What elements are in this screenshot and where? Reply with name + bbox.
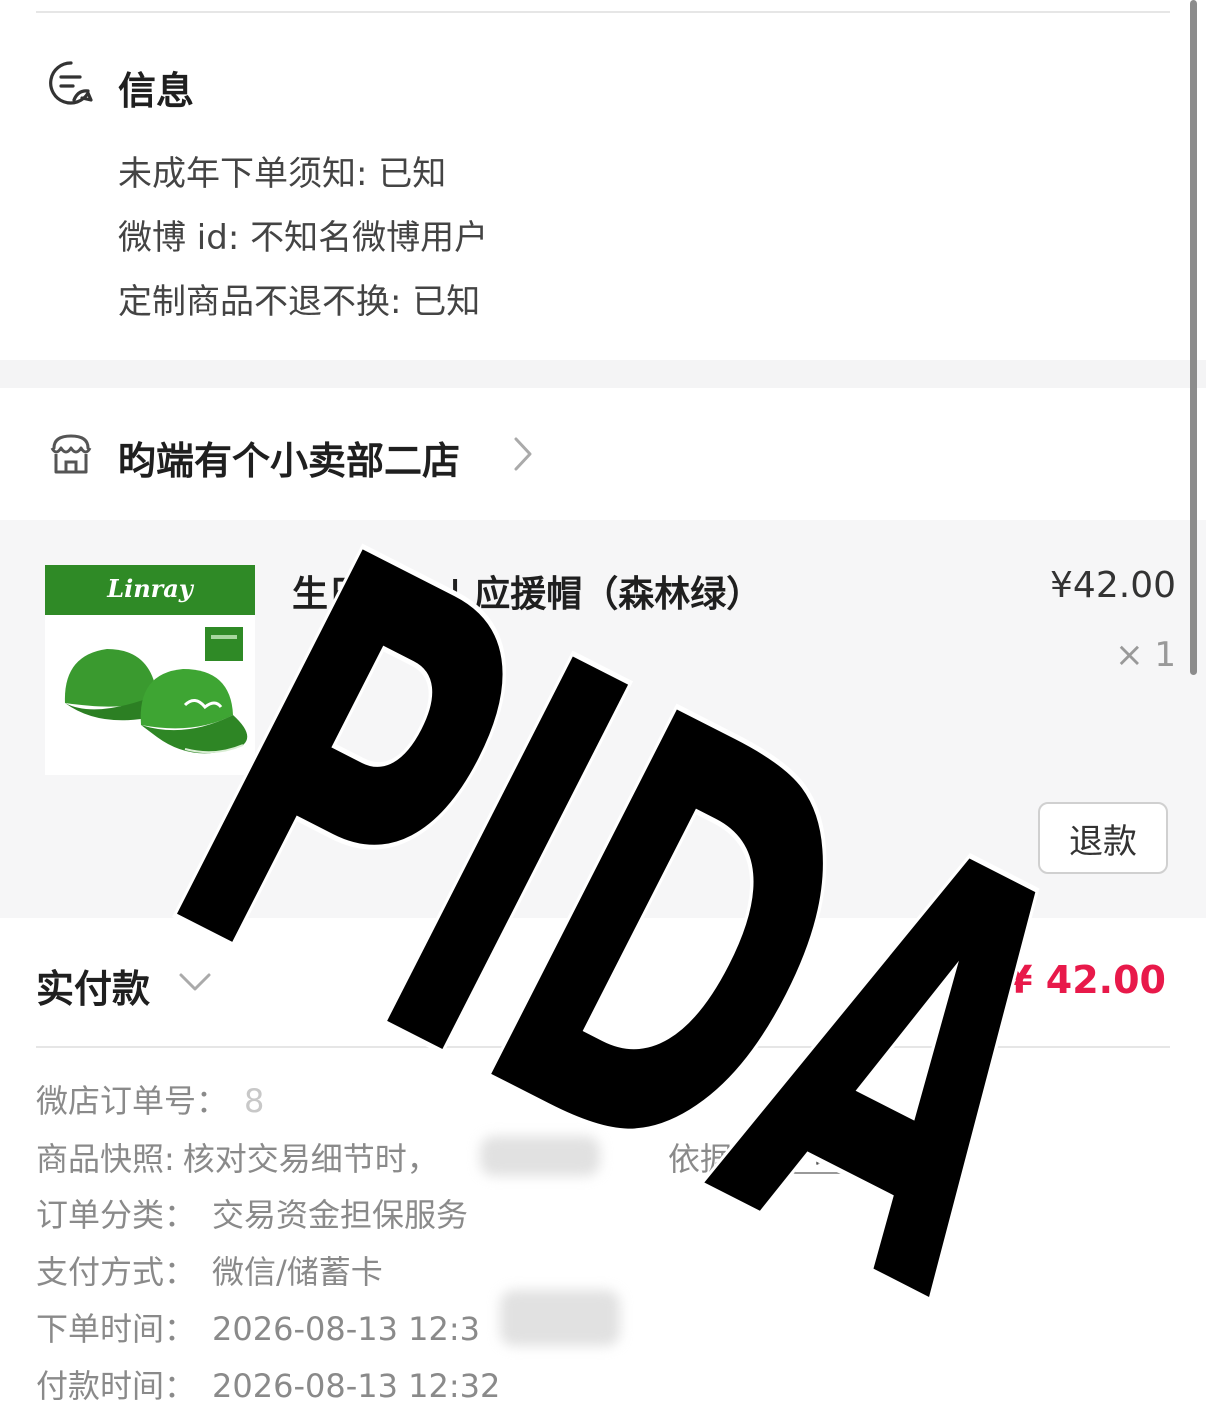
- paid-amount-label: 实付款: [36, 967, 151, 1011]
- section-divider: [0, 360, 1206, 388]
- info-line-weibo-id: 微博 id: 不知名微博用户: [118, 218, 489, 258]
- order-number-row: 微店订单号： 8: [36, 1076, 264, 1122]
- shop-row[interactable]: 昀端有个小卖部二店: [0, 388, 1206, 520]
- store-icon: [48, 432, 94, 478]
- redaction-blur: [480, 1136, 600, 1176]
- snapshot-view-button[interactable]: 看: [790, 1128, 856, 1174]
- payment-method-row: 支付方式： 微信/储蓄卡: [36, 1247, 383, 1293]
- snapshot-label: 商品快照:: [36, 1140, 175, 1178]
- order-number-label: 微店订单号：: [36, 1082, 229, 1120]
- order-time-row: 下单时间： 2026-08-13 12:3: [36, 1304, 480, 1350]
- order-time-label: 下单时间：: [36, 1310, 197, 1348]
- payment-time-label: 付款时间：: [36, 1367, 197, 1405]
- info-line-minor-notice: 未成年下单须知: 已知: [118, 154, 447, 194]
- snapshot-row: 商品快照: 核对交易细节时，: [36, 1134, 439, 1180]
- payment-time-row: 付款时间： 2026-08-13 12:32: [36, 1361, 500, 1407]
- chevron-down-icon[interactable]: [178, 970, 212, 994]
- info-line-custom-no-return: 定制商品不退不换: 已知: [118, 282, 481, 322]
- shop-name[interactable]: 昀端有个小卖部二店: [118, 430, 460, 485]
- info-icon: [48, 60, 94, 106]
- product-quantity: × 1: [1115, 635, 1176, 675]
- order-category-label: 订单分类：: [36, 1196, 197, 1234]
- info-title: 信息: [118, 69, 195, 113]
- payment-divider: [36, 1046, 1170, 1048]
- paid-amount-value: ¥ 42.00: [1006, 958, 1166, 1002]
- payment-method-label: 支付方式：: [36, 1253, 197, 1291]
- product-title[interactable]: 生日周边 | 应援帽（森林绿）: [292, 565, 762, 617]
- chevron-right-icon: [512, 436, 534, 472]
- order-time-value: 2026-08-13 12:3: [212, 1310, 481, 1348]
- redaction-blur: [560, 1060, 640, 1100]
- product-price: ¥42.00: [1050, 565, 1176, 606]
- thumbnail-brand: Linray: [107, 574, 193, 603]
- top-divider: [36, 11, 1170, 13]
- refund-button[interactable]: 退款: [1038, 802, 1168, 874]
- snapshot-value: 核对交易细节时，: [182, 1140, 439, 1178]
- product-thumbnail[interactable]: Linray: [45, 565, 255, 775]
- scrollbar[interactable]: [1190, 0, 1197, 675]
- payment-time-value: 2026-08-13 12:32: [212, 1367, 501, 1405]
- order-category-row: 订单分类： 交易资金担保服务: [36, 1190, 468, 1236]
- green-cap-image: [64, 627, 248, 754]
- payment-method-value: 微信/储蓄卡: [212, 1253, 383, 1291]
- order-category-value: 交易资金担保服务: [212, 1196, 469, 1234]
- snapshot-value-tail: 依据: [668, 1140, 733, 1178]
- redaction-blur: [500, 1290, 620, 1346]
- order-number-value[interactable]: 8: [244, 1082, 264, 1120]
